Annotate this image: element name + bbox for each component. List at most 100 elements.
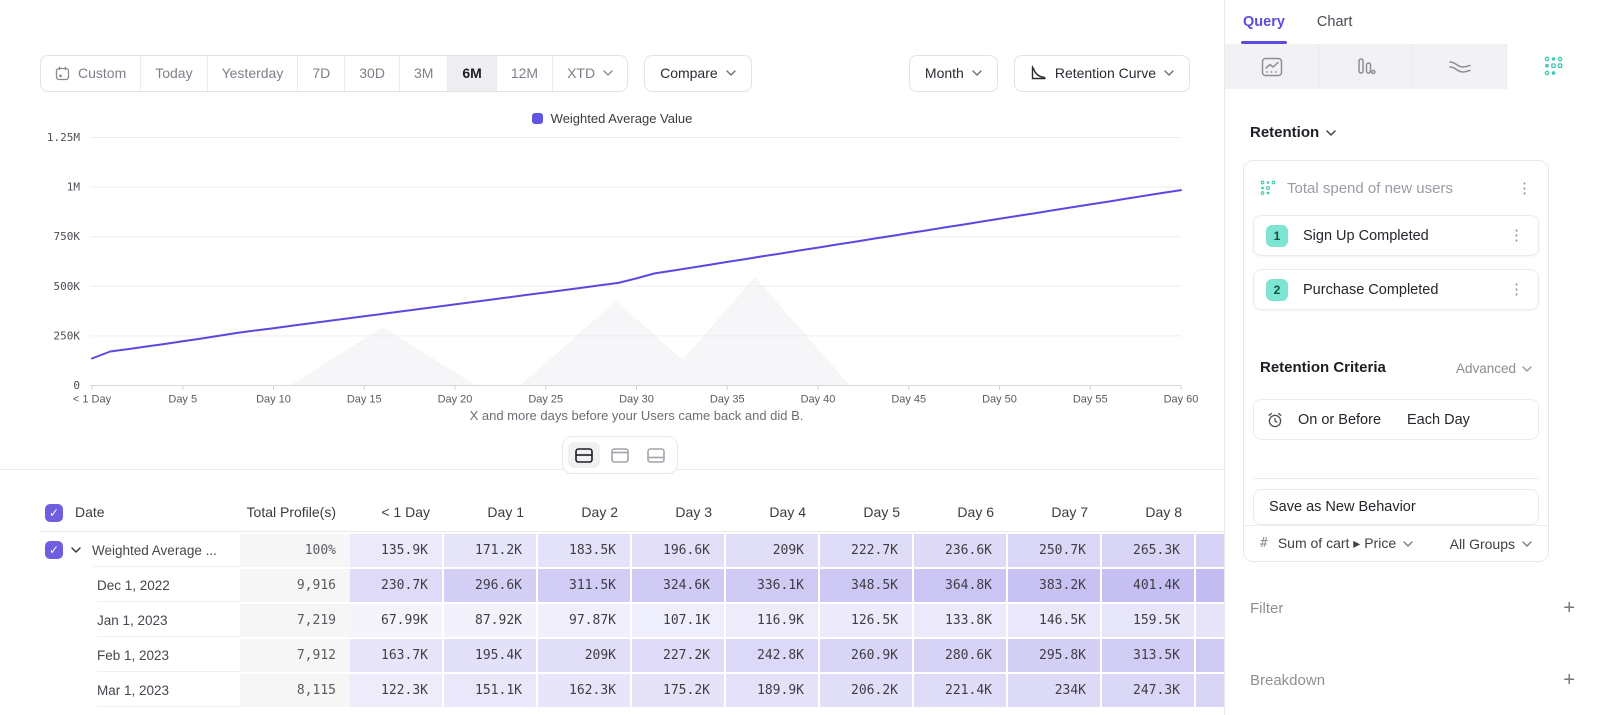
kebab-menu-icon[interactable]: ⋮ xyxy=(1505,280,1528,299)
column-header-day[interactable]: Day 7 xyxy=(1008,495,1102,531)
kebab-menu-icon[interactable]: ⋮ xyxy=(1505,226,1528,245)
criteria-unit[interactable]: Each Day xyxy=(1407,412,1470,428)
retention-value-cell[interactable]: 313.5K xyxy=(1102,639,1194,672)
retention-grid-icon[interactable] xyxy=(1507,44,1600,89)
retention-value-cell[interactable]: 348.5K xyxy=(820,569,912,602)
behavior-step-1[interactable]: 1 Sign Up Completed ⋮ xyxy=(1253,215,1539,256)
range-button-7d[interactable]: 7D xyxy=(298,56,345,91)
retention-value-cell[interactable]: 383.2K xyxy=(1008,569,1100,602)
retention-value-cell[interactable]: 97.87K xyxy=(538,604,630,637)
retention-value-cell[interactable]: 234K xyxy=(1008,674,1100,707)
retention-value-cell[interactable]: 324.6K xyxy=(632,569,724,602)
retention-value-cell[interactable]: 126.5K xyxy=(820,604,912,637)
retention-value-cell[interactable]: 250.7K xyxy=(1008,534,1100,567)
retention-value-cell[interactable]: 206.2K xyxy=(820,674,912,707)
retention-value-cell[interactable]: 280.6K xyxy=(914,639,1006,672)
criteria-mode-dropdown[interactable]: Advanced xyxy=(1456,361,1532,376)
retention-value-cell[interactable]: 209K xyxy=(538,639,630,672)
retention-value-cell[interactable]: 265.3K xyxy=(1102,534,1194,567)
chart-type-button[interactable]: Retention Curve xyxy=(1014,55,1190,92)
retention-line-chart[interactable]: 0250K500K750K1M1.25M< 1 DayDay 5Day 10Da… xyxy=(0,105,1224,410)
retention-value-cell[interactable]: 171.2K xyxy=(444,534,536,567)
save-as-new-behavior-button[interactable]: Save as New Behavior xyxy=(1253,489,1539,525)
view-toggle-split-view[interactable] xyxy=(568,442,600,468)
retention-value-cell[interactable]: 87.92K xyxy=(444,604,536,637)
column-header-day[interactable]: Day 8 xyxy=(1102,495,1196,531)
behavior-title[interactable]: Total spend of new users xyxy=(1287,180,1502,197)
range-button-xtd[interactable]: XTD xyxy=(553,56,627,91)
retention-value-cell[interactable]: 151.1K xyxy=(444,674,536,707)
view-toggle-table-only[interactable] xyxy=(640,442,672,468)
column-header-day[interactable]: Day 5 xyxy=(820,495,914,531)
retention-value-cell[interactable]: 107.1K xyxy=(632,604,724,637)
tab-chart[interactable]: Chart xyxy=(1315,0,1354,44)
measure-dropdown[interactable]: Sum of cart ▸ Price xyxy=(1278,535,1413,552)
retention-value-cell[interactable]: 295.8K xyxy=(1008,639,1100,672)
range-button-6m[interactable]: 6M xyxy=(448,56,496,91)
retention-value-cell[interactable]: 364.8K xyxy=(914,569,1006,602)
retention-value-cell[interactable]: 236.6K xyxy=(914,534,1006,567)
column-header-day[interactable]: Day 3 xyxy=(632,495,726,531)
retention-value-cell[interactable]: 189.9K xyxy=(726,674,818,707)
retention-value-cell[interactable]: 401.4K xyxy=(1102,569,1194,602)
retention-value-cell[interactable]: 336.1K xyxy=(726,569,818,602)
kebab-menu-icon[interactable]: ⋮ xyxy=(1513,179,1536,198)
compare-button[interactable]: Compare xyxy=(644,55,752,92)
retention-value-cell-clipped[interactable] xyxy=(1196,674,1224,707)
retention-value-cell[interactable]: 116.9K xyxy=(726,604,818,637)
column-header-date[interactable]: Date xyxy=(75,495,235,531)
retention-value-cell[interactable]: 67.99K xyxy=(350,604,442,637)
column-header-day[interactable]: Day 4 xyxy=(726,495,820,531)
range-button-today[interactable]: Today xyxy=(141,56,207,91)
range-button-3m[interactable]: 3M xyxy=(400,56,448,91)
retention-value-cell[interactable]: 122.3K xyxy=(350,674,442,707)
retention-value-cell[interactable]: 135.9K xyxy=(350,534,442,567)
retention-value-cell[interactable]: 311.5K xyxy=(538,569,630,602)
row-expand-chevron-icon[interactable] xyxy=(71,547,81,553)
add-breakdown-button[interactable]: + xyxy=(1563,670,1575,690)
range-button-yesterday[interactable]: Yesterday xyxy=(208,56,299,91)
retention-value-cell[interactable]: 133.8K xyxy=(914,604,1006,637)
retention-section-header[interactable]: Retention xyxy=(1250,124,1336,141)
range-button-12m[interactable]: 12M xyxy=(497,56,553,91)
retention-value-cell-clipped[interactable] xyxy=(1196,569,1224,602)
retention-value-cell[interactable]: 260.9K xyxy=(820,639,912,672)
retention-value-cell-clipped[interactable] xyxy=(1196,639,1224,672)
retention-value-cell[interactable]: 230.7K xyxy=(350,569,442,602)
retention-value-cell[interactable]: 162.3K xyxy=(538,674,630,707)
row-date-label[interactable]: Weighted Average ... xyxy=(92,534,240,567)
insights-line-chart-icon[interactable] xyxy=(1225,44,1319,89)
granularity-button[interactable]: Month xyxy=(909,55,998,92)
retention-value-cell-clipped[interactable] xyxy=(1196,604,1224,637)
retention-value-cell-clipped[interactable] xyxy=(1196,534,1224,567)
bar-chart-icon[interactable] xyxy=(1319,44,1413,89)
tab-query[interactable]: Query xyxy=(1241,0,1287,44)
column-header-day[interactable]: Day 6 xyxy=(914,495,1008,531)
flow-icon[interactable] xyxy=(1413,44,1507,89)
retention-value-cell[interactable]: 183.5K xyxy=(538,534,630,567)
retention-value-cell[interactable]: 296.6K xyxy=(444,569,536,602)
criteria-row[interactable]: On or Before Each Day xyxy=(1253,399,1539,440)
range-button-30d[interactable]: 30D xyxy=(345,56,400,91)
retention-value-cell[interactable]: 159.5K xyxy=(1102,604,1194,637)
retention-value-cell[interactable]: 146.5K xyxy=(1008,604,1100,637)
view-toggle-chart-only[interactable] xyxy=(604,442,636,468)
retention-value-cell[interactable]: 242.8K xyxy=(726,639,818,672)
retention-value-cell[interactable]: 227.2K xyxy=(632,639,724,672)
column-header-day[interactable]: Day 1 xyxy=(444,495,538,531)
retention-value-cell[interactable]: 175.2K xyxy=(632,674,724,707)
column-header-day[interactable]: Day 2 xyxy=(538,495,632,531)
add-filter-button[interactable]: + xyxy=(1563,598,1575,618)
retention-value-cell[interactable]: 247.3K xyxy=(1102,674,1194,707)
retention-value-cell[interactable]: 209K xyxy=(726,534,818,567)
range-button-custom[interactable]: Custom xyxy=(41,56,141,91)
retention-value-cell[interactable]: 222.7K xyxy=(820,534,912,567)
groups-dropdown[interactable]: All Groups xyxy=(1450,536,1532,552)
column-header-day[interactable]: < 1 Day xyxy=(350,495,444,531)
criteria-condition[interactable]: On or Before xyxy=(1298,412,1381,428)
select-all-checkbox[interactable]: ✓ xyxy=(45,504,63,522)
retention-value-cell[interactable]: 195.4K xyxy=(444,639,536,672)
row-checkbox[interactable]: ✓ xyxy=(45,541,63,559)
column-header-total[interactable]: Total Profile(s) xyxy=(240,495,350,531)
behavior-step-2[interactable]: 2 Purchase Completed ⋮ xyxy=(1253,269,1539,310)
